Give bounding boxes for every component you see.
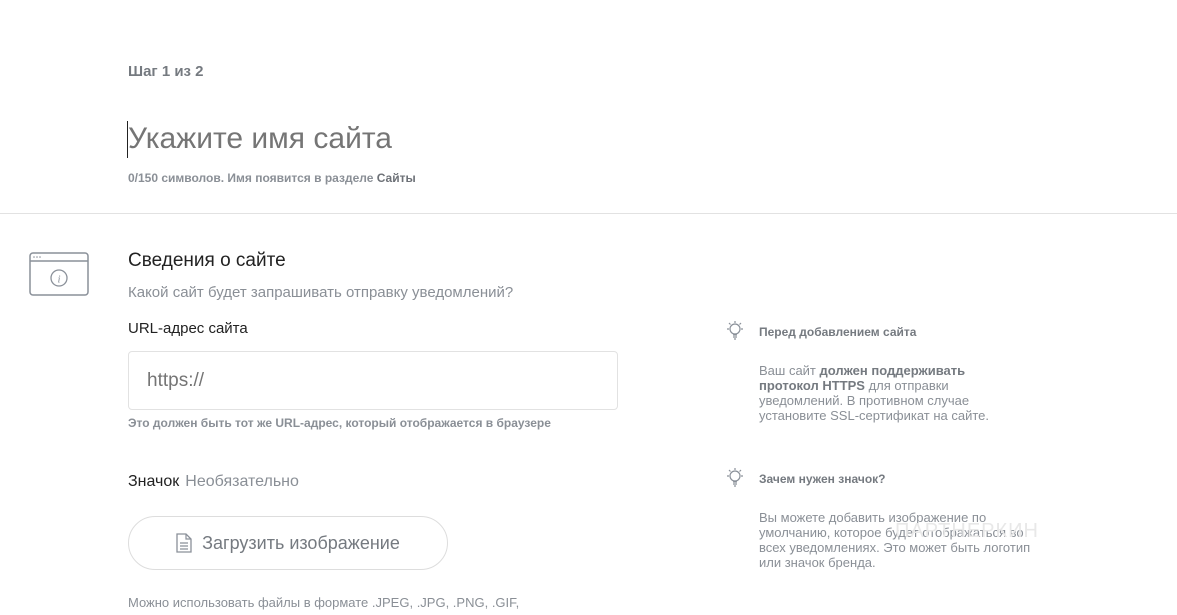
sites-section-ref: Сайты — [376, 171, 416, 185]
tip-text: Ваш сайт — [759, 363, 820, 378]
step-indicator: Шаг 1 из 2 — [128, 63, 204, 80]
optional-label: Необязательно — [185, 473, 299, 490]
url-input[interactable] — [128, 351, 618, 410]
watermark: ПАРТНЕРКИН — [895, 520, 1039, 542]
section-title: Сведения о сайте — [128, 250, 286, 271]
svg-text:i: i — [57, 274, 60, 286]
section-subtitle: Какой сайт будет запрашивать отправку ув… — [128, 284, 514, 301]
formats-hint: Можно использовать файлы в формате .JPEG… — [128, 595, 520, 610]
tip-title: Перед добавлением сайта — [759, 325, 917, 339]
url-hint: Это должен быть тот же URL-адрес, которы… — [128, 416, 551, 430]
upload-image-button[interactable]: Загрузить изображение — [128, 516, 448, 570]
counter-text: 0/150 символов. Имя появится в разделе — [128, 171, 377, 185]
text-caret — [127, 121, 128, 158]
tip-body: Ваш сайт должен поддерживать протокол HT… — [759, 363, 1019, 423]
upload-label: Загрузить изображение — [202, 532, 400, 553]
document-icon — [176, 533, 192, 553]
icon-label: Значок Необязательно — [128, 473, 299, 491]
site-name-counter: 0/150 символов. Имя появится в разделе С… — [128, 171, 416, 185]
icon-label-text: Значок — [128, 473, 180, 490]
site-info-icon: i — [29, 252, 89, 296]
url-label: URL-адрес сайта — [128, 320, 248, 337]
tip-title: Зачем нужен значок? — [759, 472, 886, 486]
divider — [0, 213, 1177, 214]
lightbulb-icon — [727, 321, 743, 340]
lightbulb-icon — [727, 468, 743, 487]
site-name-input[interactable] — [126, 118, 826, 160]
